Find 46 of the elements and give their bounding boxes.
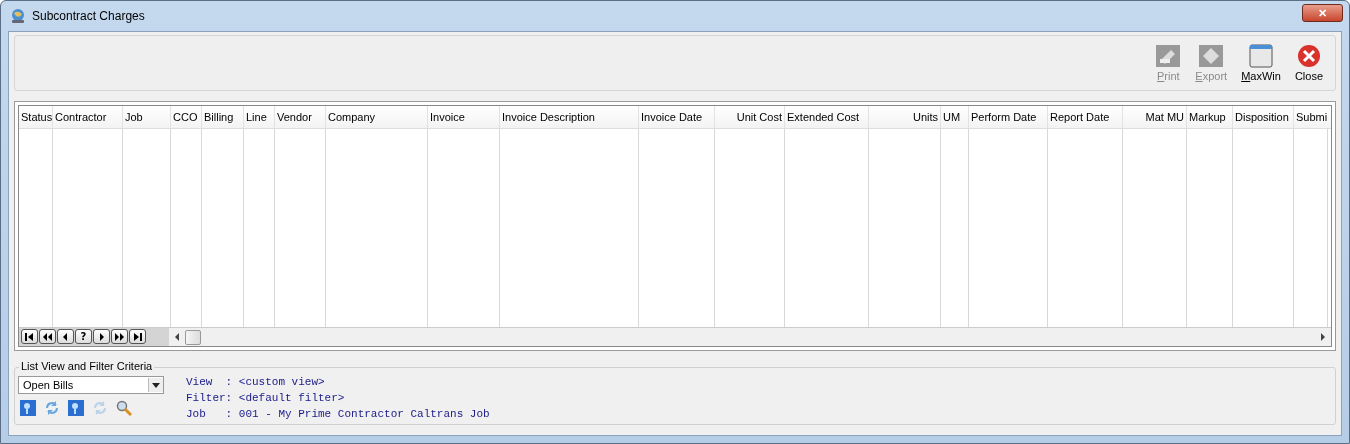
- column-header[interactable]: Invoice: [428, 106, 500, 128]
- column-header[interactable]: CCO: [171, 106, 202, 128]
- column-header[interactable]: Invoice Date: [639, 106, 715, 128]
- prev-page-button[interactable]: [39, 329, 56, 344]
- group-label: List View and Filter Criteria: [19, 360, 155, 372]
- column-header[interactable]: Disposition: [1233, 106, 1294, 128]
- next-page-button[interactable]: [111, 329, 128, 344]
- column-header[interactable]: Units: [869, 106, 941, 128]
- close-icon: [1295, 44, 1322, 68]
- column-header[interactable]: Markup: [1187, 106, 1233, 128]
- column-header[interactable]: Line: [244, 106, 275, 128]
- scroll-thumb[interactable]: [185, 329, 201, 345]
- prev-button[interactable]: [57, 329, 74, 344]
- printer-icon: [1155, 44, 1182, 68]
- column-header[interactable]: Status: [19, 106, 53, 128]
- column-header[interactable]: Company: [326, 106, 428, 128]
- last-icon: [132, 332, 143, 341]
- column-header[interactable]: Vendor: [275, 106, 326, 128]
- column-header[interactable]: Billing: [202, 106, 244, 128]
- window-title: Subcontract Charges: [32, 9, 146, 23]
- prev-page-icon: [42, 332, 53, 341]
- next-page-icon: [114, 332, 125, 341]
- close-button[interactable]: Close: [1294, 44, 1323, 82]
- first-icon: [24, 332, 35, 341]
- column-header[interactable]: Contractor: [53, 106, 123, 128]
- column-header[interactable]: Extended Cost: [785, 106, 869, 128]
- column-header[interactable]: Invoice Description: [500, 106, 639, 128]
- filter-info-line: Filter: <default filter>: [186, 391, 346, 406]
- next-button[interactable]: [93, 329, 110, 344]
- column-header[interactable]: Report Date: [1048, 106, 1123, 128]
- filter-info-line: Job : 001 - My Prime Contractor Caltrans Job: [186, 407, 490, 422]
- view-dropdown[interactable]: Open Bills: [18, 376, 164, 394]
- maxwin-button[interactable]: MaxWin: [1241, 44, 1281, 82]
- window-icon: [1248, 44, 1274, 68]
- column-header[interactable]: Unit Cost: [715, 106, 785, 128]
- filter-info-line: View : <custom view>: [186, 375, 326, 390]
- column-header[interactable]: Perform Date: [969, 106, 1048, 128]
- find-button[interactable]: ?: [75, 329, 92, 344]
- column-header[interactable]: Submi: [1294, 106, 1331, 128]
- first-button[interactable]: [21, 329, 38, 344]
- column-header[interactable]: Job: [123, 106, 171, 128]
- search-icon[interactable]: [116, 400, 132, 416]
- globe-icon: [10, 8, 26, 24]
- column-header[interactable]: UM: [941, 106, 969, 128]
- column-header[interactable]: Mat MU: [1123, 106, 1187, 128]
- last-button[interactable]: [129, 329, 146, 344]
